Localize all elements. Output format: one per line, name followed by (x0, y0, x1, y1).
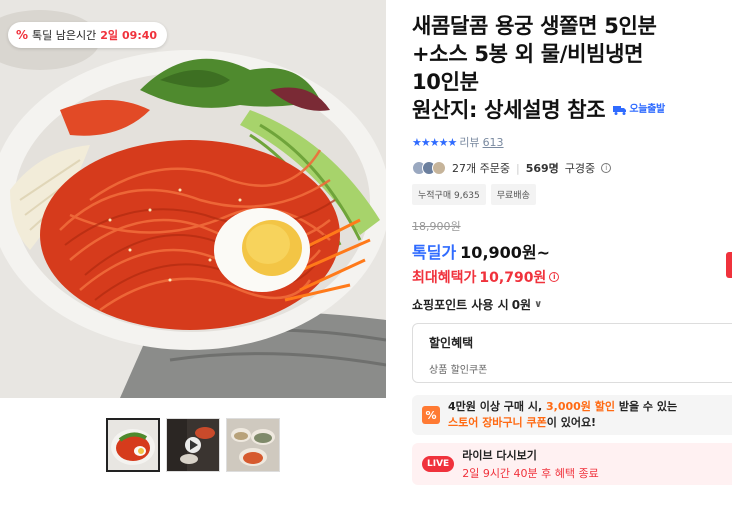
discount-coupon-label: 상품 할인쿠폰 (429, 365, 488, 376)
tag-free-shipping: 무료배송 (490, 184, 536, 205)
today-delivery-badge: 오늘출발 (613, 96, 665, 124)
product-tags: 누적구매 9,635 무료배송 (412, 184, 732, 205)
avatar (432, 161, 446, 175)
product-info-panel: 새콤달콤 용궁 생쫄면 5인분 +소스 5봉 외 물/비빔냉면 10인분 원산지… (412, 12, 732, 485)
noodle-photo (0, 0, 386, 398)
coupon-amount: 3,000원 할인 (546, 400, 615, 413)
thumbnail-2-video[interactable] (166, 418, 220, 472)
deal-price: 10,900원~ (460, 243, 551, 262)
product-title-line-2: +소스 5봉 외 물/비빔냉면 (412, 42, 644, 66)
store-coupon-banner[interactable]: % 4만원 이상 구매 시, 3,000원 할인 받을 수 있는 스토어 장바구… (412, 395, 732, 435)
live-replay-banner[interactable]: LIVE 라이브 다시보기 2일 9시간 40분 후 혜택 종료 (412, 443, 732, 485)
shopping-point-dropdown[interactable]: 쇼핑포인트 사용 시 0원 ∨ (412, 296, 732, 313)
thumbnail-3[interactable] (226, 418, 280, 472)
shopping-point-value: 0원 (511, 298, 532, 312)
max-benefit-label: 최대혜택가 (412, 270, 477, 286)
orders-in-progress: 27개 주문중 (452, 162, 510, 175)
coupon-text-part-2: 받을 수 있는 (618, 400, 678, 413)
activity-row: 27개 주문중 | 569명 구경중 i (412, 160, 732, 176)
chevron-down-icon: ∨ (534, 299, 543, 310)
deal-timer-badge: % 톡딜 남은시간 2일 09:40 (8, 22, 168, 48)
discount-benefit-box[interactable]: 할인혜택 상품 할인쿠폰 (412, 323, 732, 383)
max-benefit-price: 10,790원 (479, 270, 547, 286)
percent-icon: % (16, 28, 29, 42)
rating-row[interactable]: ★★★★★ 리뷰 613 (412, 134, 732, 150)
deal-timer-label: 톡딜 남은시간 (32, 29, 97, 42)
product-origin: 원산지: 상세설명 참조 (412, 98, 606, 122)
product-title: 새콤달콤 용궁 생쫄면 5인분 +소스 5봉 외 물/비빔냉면 10인분 원산지… (412, 12, 712, 124)
coupon-text: 4만원 이상 구매 시, 3,000원 할인 받을 수 있는 스토어 장바구니 … (448, 399, 677, 431)
product-title-line-1: 새콤달콤 용궁 생쫄면 5인분 (412, 14, 657, 38)
review-label: 리뷰 (459, 136, 480, 149)
deal-timer-time: 09:40 (122, 28, 158, 42)
divider: | (515, 161, 520, 175)
viewers-label: 구경중 (564, 162, 596, 175)
live-replay-title: 라이브 다시보기 (462, 449, 537, 462)
today-delivery-label: 오늘출발 (629, 104, 665, 115)
product-main-image[interactable]: % 톡딜 남은시간 2일 09:40 (0, 0, 386, 398)
thumbnail-strip (106, 418, 280, 472)
max-benefit-row: 최대혜택가 10,790원 i (412, 267, 732, 287)
deal-price-row: 톡딜가 10,900원~ (412, 239, 732, 263)
thumbnail-1[interactable] (106, 418, 160, 472)
info-icon[interactable]: i (601, 163, 612, 173)
shopping-point-label: 쇼핑포인트 사용 시 (412, 298, 509, 312)
product-title-line-3: 10인분 (412, 70, 479, 94)
discount-title: 할인혜택 (429, 336, 474, 350)
coupon-text-part-3: 이 있어요! (546, 416, 597, 429)
buyer-avatars (412, 161, 446, 175)
live-badge: LIVE (422, 456, 455, 472)
coupon-text-part-1: 4만원 이상 구매 시, (448, 400, 543, 413)
coupon-percent-icon: % (422, 406, 440, 424)
original-price: 18,900원 (412, 220, 461, 233)
live-benefit-countdown: 2일 9시간 40분 후 혜택 종료 (462, 467, 599, 480)
review-count-link[interactable]: 613 (483, 136, 504, 149)
info-icon[interactable]: i (549, 272, 560, 282)
side-floating-tab[interactable] (726, 252, 732, 278)
deal-timer-days: 2일 (100, 29, 119, 42)
coupon-name: 스토어 장바구니 쿠폰 (448, 416, 547, 429)
viewers-count: 569명 (525, 162, 559, 175)
tag-cumulative-purchases: 누적구매 9,635 (412, 184, 486, 205)
deal-price-label: 톡딜가 (412, 243, 457, 262)
truck-icon (613, 106, 627, 115)
star-rating-icon: ★★★★★ (412, 135, 457, 149)
